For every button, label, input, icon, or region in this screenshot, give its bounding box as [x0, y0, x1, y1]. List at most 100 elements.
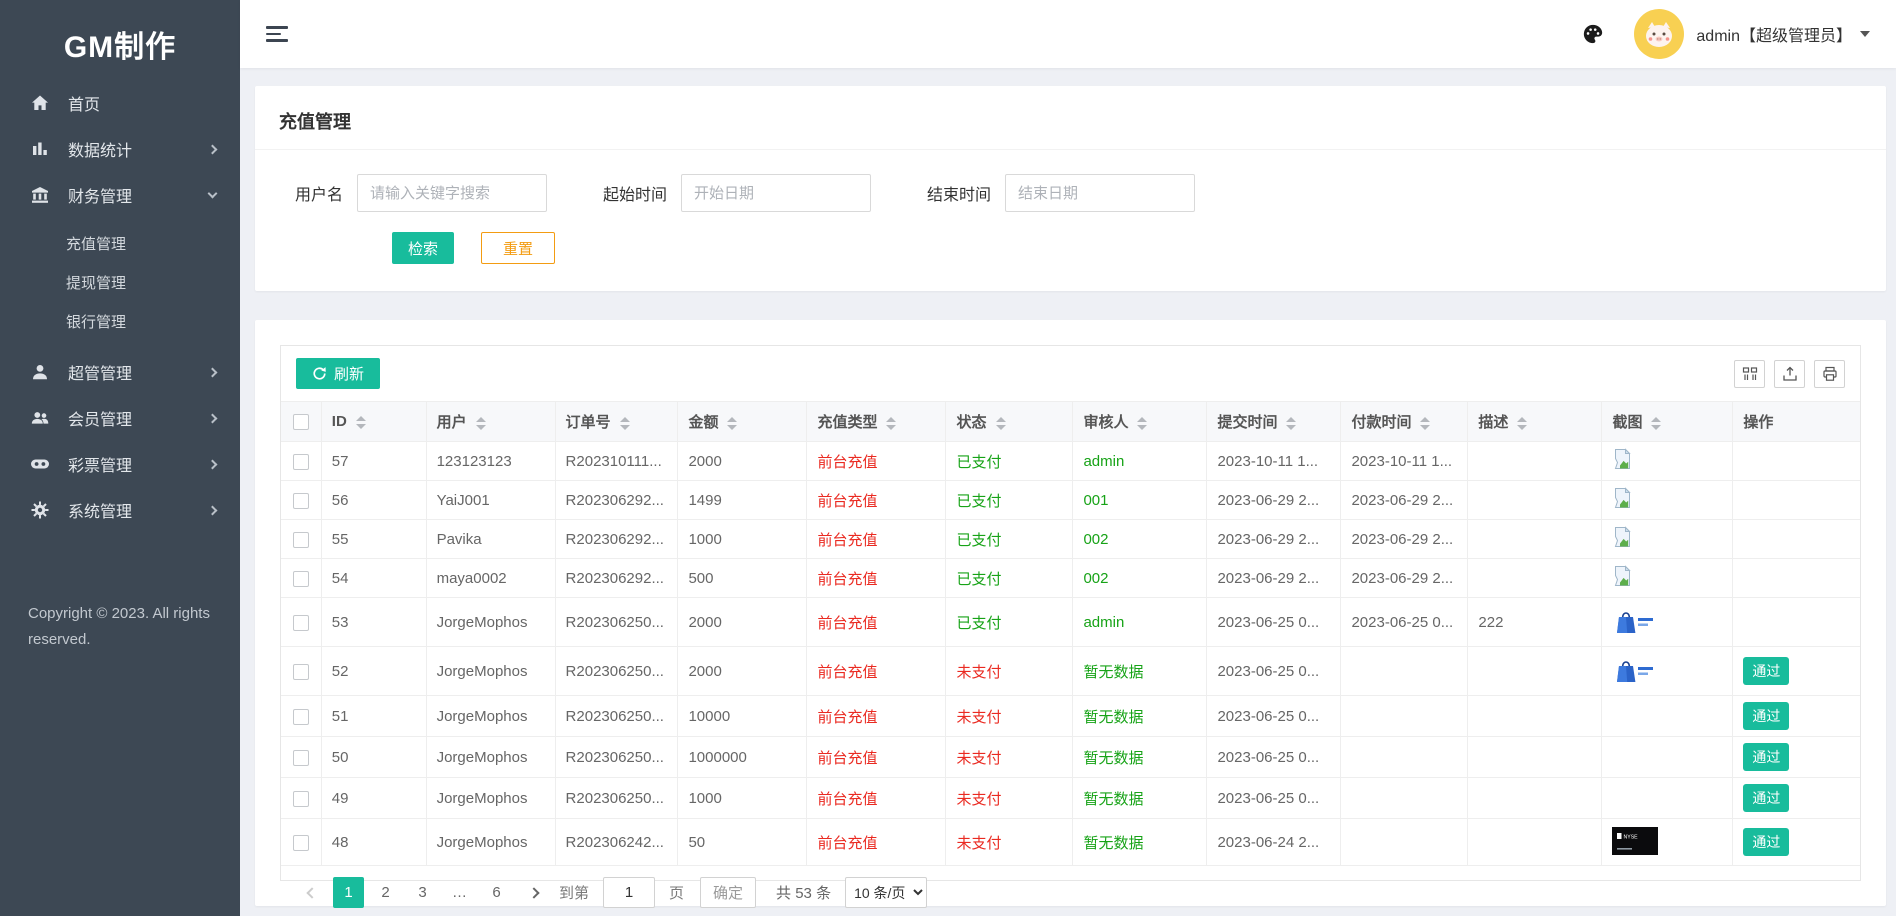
order-cell: R202306250... — [555, 598, 678, 647]
amount-cell: 1000 — [678, 778, 807, 819]
checkbox-cell — [281, 819, 321, 866]
row-checkbox[interactable] — [293, 835, 309, 851]
sort-icon[interactable] — [620, 417, 630, 430]
columns-toggle-button[interactable] — [1734, 360, 1765, 388]
sort-icon[interactable] — [356, 416, 366, 429]
sidebar-subitem-2[interactable]: 银行管理 — [0, 302, 240, 341]
theme-palette-icon[interactable] — [1582, 23, 1604, 45]
approve-button[interactable]: 通过 — [1743, 828, 1789, 856]
filter-label: 结束时间 — [927, 181, 991, 205]
user-icon — [30, 362, 50, 382]
page-button-3[interactable]: 3 — [407, 877, 438, 908]
order-cell: R202306250... — [555, 647, 678, 696]
sort-icon[interactable] — [1286, 417, 1296, 430]
row-checkbox[interactable] — [293, 664, 309, 680]
page-button-6[interactable]: 6 — [481, 877, 512, 908]
page-content: 充值管理 用户名起始时间结束时间 检索 重置 刷新 — [240, 68, 1896, 916]
table-row: 52JorgeMophosR202306250...2000前台充值未支付暂无数… — [281, 647, 1860, 696]
sort-icon[interactable] — [1651, 417, 1661, 430]
sort-icon[interactable] — [886, 417, 896, 430]
approve-button[interactable]: 通过 — [1743, 702, 1789, 730]
sort-icon[interactable] — [1137, 417, 1147, 430]
refresh-button[interactable]: 刷新 — [296, 358, 380, 389]
column-header: 描述 — [1468, 402, 1602, 442]
copyright-text: Copyright © 2023. All rights reserved. — [0, 601, 240, 653]
search-button[interactable]: 检索 — [392, 232, 454, 264]
order-cell: R202306242... — [555, 819, 678, 866]
jump-page-input[interactable] — [603, 877, 655, 908]
svg-text:NYSE: NYSE — [1624, 834, 1639, 840]
type-cell: 前台充值 — [807, 481, 946, 520]
approve-button[interactable]: 通过 — [1743, 784, 1789, 812]
action-cell — [1733, 520, 1860, 559]
action-cell: 通过 — [1733, 647, 1860, 696]
action-cell — [1733, 481, 1860, 520]
table-header-row: ID用户订单号金额充值类型状态审核人提交时间付款时间描述截图操作 — [281, 402, 1860, 442]
sidebar-item-6[interactable]: 系统管理 — [0, 487, 240, 533]
row-checkbox[interactable] — [293, 750, 309, 766]
filter-input-2[interactable] — [1005, 174, 1195, 212]
row-checkbox[interactable] — [293, 493, 309, 509]
avatar[interactable] — [1634, 9, 1684, 59]
select-all-checkbox[interactable] — [293, 414, 309, 430]
sidebar-item-1[interactable]: 数据统计 — [0, 126, 240, 172]
desc-cell — [1468, 737, 1602, 778]
status-cell: 未支付 — [946, 647, 1073, 696]
columns-icon — [1742, 366, 1758, 382]
order-cell: R202306250... — [555, 778, 678, 819]
filter-input-0[interactable] — [357, 174, 547, 212]
row-checkbox[interactable] — [293, 791, 309, 807]
action-cell: 通过 — [1733, 696, 1860, 737]
user-menu-label[interactable]: admin【超级管理员】 — [1696, 22, 1852, 46]
user-cell: JorgeMophos — [426, 696, 555, 737]
sidebar-item-label: 数据统计 — [68, 137, 209, 161]
sidebar-subitem-0[interactable]: 充值管理 — [0, 224, 240, 263]
screenshot-thumbnail[interactable] — [1612, 655, 1722, 689]
screenshot-thumbnail[interactable] — [1612, 606, 1722, 640]
row-checkbox[interactable] — [293, 571, 309, 587]
screenshot-thumbnail[interactable]: NYSE — [1612, 827, 1722, 859]
print-button[interactable] — [1814, 360, 1845, 388]
pay-time-cell: 2023-06-29 2... — [1341, 481, 1468, 520]
approve-button[interactable]: 通过 — [1743, 743, 1789, 771]
filter-input-1[interactable] — [681, 174, 871, 212]
checkbox-cell — [281, 647, 321, 696]
row-checkbox[interactable] — [293, 532, 309, 548]
page-ellipsis: … — [444, 877, 475, 908]
sidebar-item-2[interactable]: 财务管理 — [0, 172, 240, 218]
sort-icon[interactable] — [476, 417, 486, 430]
sidebar-item-3[interactable]: 超管管理 — [0, 349, 240, 395]
next-page-button[interactable] — [518, 877, 549, 908]
table-tools — [1734, 360, 1845, 388]
sort-icon[interactable] — [727, 417, 737, 430]
jump-confirm-button[interactable]: 确定 — [700, 877, 756, 908]
sidebar-item-4[interactable]: 会员管理 — [0, 395, 240, 441]
reviewer-cell: admin — [1073, 442, 1207, 481]
sort-icon[interactable] — [1517, 417, 1527, 430]
sidebar-item-5[interactable]: 彩票管理 — [0, 441, 240, 487]
action-cell: 通过 — [1733, 737, 1860, 778]
sidebar-item-0[interactable]: 首页 — [0, 80, 240, 126]
screenshot-cell — [1602, 559, 1733, 598]
amount-cell: 2000 — [678, 647, 807, 696]
type-cell: 前台充值 — [807, 598, 946, 647]
refresh-icon — [312, 366, 327, 381]
home-icon — [30, 93, 50, 113]
sort-icon[interactable] — [1420, 417, 1430, 430]
submit-time-cell: 2023-06-25 0... — [1207, 647, 1341, 696]
approve-button[interactable]: 通过 — [1743, 657, 1789, 685]
reset-button[interactable]: 重置 — [481, 232, 555, 264]
row-checkbox[interactable] — [293, 709, 309, 725]
row-checkbox[interactable] — [293, 454, 309, 470]
prev-page-button[interactable] — [296, 877, 327, 908]
page-button-1[interactable]: 1 — [333, 877, 364, 908]
sidebar-subitem-1[interactable]: 提现管理 — [0, 263, 240, 302]
chart-icon — [30, 139, 50, 159]
export-button[interactable] — [1774, 360, 1805, 388]
status-cell: 未支付 — [946, 819, 1073, 866]
row-checkbox[interactable] — [293, 615, 309, 631]
page-button-2[interactable]: 2 — [370, 877, 401, 908]
page-size-select[interactable]: 10 条/页 — [845, 877, 927, 908]
sort-icon[interactable] — [996, 417, 1006, 430]
menu-toggle-icon[interactable] — [266, 22, 290, 46]
